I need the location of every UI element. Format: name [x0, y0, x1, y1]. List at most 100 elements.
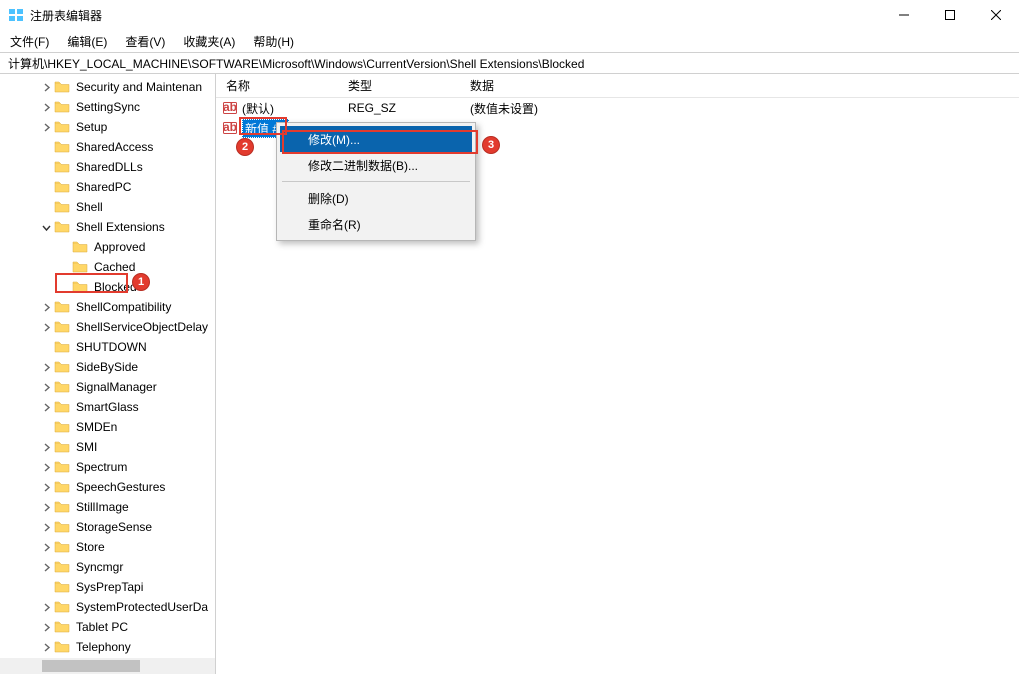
tree-item[interactable]: ShellCompatibility	[0, 297, 215, 317]
tree-item[interactable]: SideBySide	[0, 357, 215, 377]
expander-icon[interactable]	[40, 461, 52, 473]
tree-item[interactable]: StillImage	[0, 497, 215, 517]
tree-item[interactable]: Setup	[0, 117, 215, 137]
menu-help[interactable]: 帮助(H)	[251, 31, 296, 52]
minimize-button[interactable]	[881, 0, 927, 30]
tree-item[interactable]: SharedDLLs	[0, 157, 215, 177]
menu-edit[interactable]: 编辑(E)	[65, 31, 109, 52]
tree-item[interactable]: SharedPC	[0, 177, 215, 197]
menu-file[interactable]: 文件(F)	[8, 31, 51, 52]
tree-item[interactable]: Store	[0, 537, 215, 557]
tree-item[interactable]: StorageSense	[0, 517, 215, 537]
tree-item[interactable]: SharedAccess	[0, 137, 215, 157]
tree-item[interactable]: Spectrum	[0, 457, 215, 477]
tree-item[interactable]: ShellServiceObjectDelay	[0, 317, 215, 337]
value-list[interactable]: 名称 类型 数据 ab(默认)REG_SZ(数值未设置)ab新值 #1REG_S…	[216, 74, 1019, 674]
tree-item-label: SideBySide	[74, 359, 140, 375]
tree-item[interactable]: Security and Maintenan	[0, 77, 215, 97]
tree-item[interactable]: Syncmgr	[0, 557, 215, 577]
tree-item-label: SettingSync	[74, 99, 142, 115]
tree-item[interactable]: SettingSync	[0, 97, 215, 117]
registry-tree[interactable]: Security and Maintenan SettingSync Setup Sh…	[0, 74, 216, 674]
annotation-box-2	[239, 117, 287, 135]
svg-text:ab: ab	[223, 100, 237, 114]
tree-item[interactable]: Shell Extensions	[0, 217, 215, 237]
tree-item[interactable]: SysPrepTapi	[0, 577, 215, 597]
expander-icon[interactable]	[40, 421, 52, 433]
expander-icon[interactable]	[40, 481, 52, 493]
expander-icon[interactable]	[40, 321, 52, 333]
menu-view[interactable]: 查看(V)	[123, 31, 167, 52]
expander-icon[interactable]	[40, 141, 52, 153]
tree-item[interactable]: SystemProtectedUserDa	[0, 597, 215, 617]
expander-icon[interactable]	[40, 101, 52, 113]
col-data[interactable]: 数据	[460, 77, 1019, 94]
expander-icon[interactable]	[58, 241, 70, 253]
tree-item-label: Setup	[74, 119, 109, 135]
tree-item-label: StillImage	[74, 499, 131, 515]
maximize-button[interactable]	[927, 0, 973, 30]
context-menu-item[interactable]: 修改二进制数据(B)...	[280, 152, 472, 178]
expander-icon[interactable]	[40, 161, 52, 173]
col-type[interactable]: 类型	[338, 77, 460, 94]
address-text: 计算机\HKEY_LOCAL_MACHINE\SOFTWARE\Microsof…	[8, 55, 584, 72]
list-header: 名称 类型 数据	[216, 74, 1019, 98]
context-menu-separator	[282, 181, 470, 182]
regedit-icon	[8, 7, 24, 23]
context-menu-item[interactable]: 重命名(R)	[280, 211, 472, 237]
expander-icon[interactable]	[40, 581, 52, 593]
expander-icon[interactable]	[40, 221, 52, 233]
window-title: 注册表编辑器	[30, 7, 881, 24]
expander-icon[interactable]	[40, 181, 52, 193]
menu-fav[interactable]: 收藏夹(A)	[181, 31, 237, 52]
tree-item[interactable]: Approved	[0, 237, 215, 257]
tree-item[interactable]: SMDEn	[0, 417, 215, 437]
expander-icon[interactable]	[40, 541, 52, 553]
tree-item-label: SMDEn	[74, 419, 119, 435]
context-menu-item[interactable]: 删除(D)	[280, 185, 472, 211]
close-button[interactable]	[973, 0, 1019, 30]
col-name[interactable]: 名称	[216, 77, 338, 94]
tree-item-label: Shell	[74, 199, 105, 215]
expander-icon[interactable]	[40, 381, 52, 393]
list-row[interactable]: ab(默认)REG_SZ(数值未设置)	[216, 98, 1019, 118]
tree-item-label: Approved	[92, 239, 147, 255]
expander-icon[interactable]	[40, 81, 52, 93]
tree-item-label: SysPrepTapi	[74, 579, 145, 595]
tree-item[interactable]: SHUTDOWN	[0, 337, 215, 357]
expander-icon[interactable]	[40, 521, 52, 533]
expander-icon[interactable]	[40, 361, 52, 373]
expander-icon[interactable]	[40, 341, 52, 353]
tree-item[interactable]: Tablet PC	[0, 617, 215, 637]
expander-icon[interactable]	[40, 201, 52, 213]
tree-item-label: StorageSense	[74, 519, 154, 535]
expander-icon[interactable]	[40, 401, 52, 413]
tree-item-label: Tablet PC	[74, 619, 130, 635]
expander-icon[interactable]	[40, 561, 52, 573]
annotation-callout-3: 3	[482, 136, 500, 154]
tree-item-label: Telephony	[74, 639, 133, 655]
expander-icon[interactable]	[40, 121, 52, 133]
workspace: Security and Maintenan SettingSync Setup Sh…	[0, 74, 1019, 674]
tree-item[interactable]: Telephony	[0, 637, 215, 657]
address-bar[interactable]: 计算机\HKEY_LOCAL_MACHINE\SOFTWARE\Microsof…	[0, 52, 1019, 74]
tree-scrollbar[interactable]	[0, 658, 215, 674]
expander-icon[interactable]	[40, 441, 52, 453]
tree-item-label: SystemProtectedUserDa	[74, 599, 210, 615]
expander-icon[interactable]	[40, 621, 52, 633]
tree-item[interactable]: SpeechGestures	[0, 477, 215, 497]
expander-icon[interactable]	[40, 501, 52, 513]
annotation-callout-2: 2	[236, 138, 254, 156]
window-controls	[881, 0, 1019, 30]
tree-item[interactable]: Shell	[0, 197, 215, 217]
tree-item[interactable]: SMI	[0, 437, 215, 457]
expander-icon[interactable]	[40, 641, 52, 653]
expander-icon[interactable]	[58, 261, 70, 273]
value-type: REG_SZ	[338, 101, 460, 115]
tree-item-label: Syncmgr	[74, 559, 125, 575]
expander-icon[interactable]	[40, 301, 52, 313]
tree-item-label: Store	[74, 539, 107, 555]
tree-item[interactable]: SmartGlass	[0, 397, 215, 417]
tree-item[interactable]: SignalManager	[0, 377, 215, 397]
expander-icon[interactable]	[40, 601, 52, 613]
